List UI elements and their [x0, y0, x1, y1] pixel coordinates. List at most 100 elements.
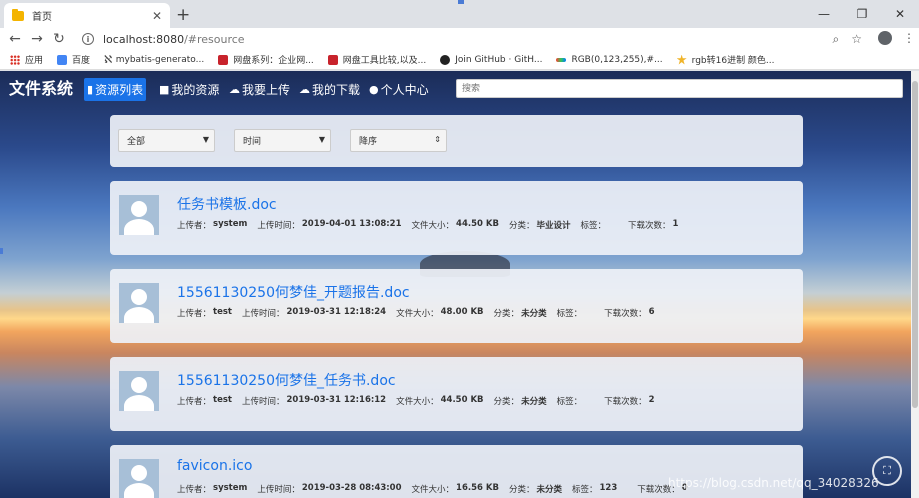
category-value: 未分类 — [521, 397, 547, 407]
user-icon: ● — [369, 83, 379, 96]
file-size-value: 44.50 KB — [456, 219, 499, 229]
resize-handle-left[interactable] — [0, 248, 3, 254]
file-size-label: 文件大小： — [411, 221, 455, 231]
nav-profile[interactable]: ● 个人中心 — [366, 78, 432, 101]
scroll-thumb[interactable] — [912, 81, 918, 408]
uploader-label: 上传者： — [177, 221, 212, 231]
brand-title[interactable]: 文件系统 — [9, 75, 73, 99]
page-scrollbar[interactable] — [911, 71, 919, 498]
file-meta: 上传者： system 上传时间： 2019-03-28 08:43:00 文件大小… — [177, 483, 698, 495]
nav-resource-list[interactable]: ▮ 资源列表 — [84, 78, 147, 101]
star-tool-icon — [676, 54, 687, 65]
category-label: 分类： — [493, 397, 520, 407]
uploader-label: 上传者： — [177, 309, 212, 319]
bookmark-netdisk-tools[interactable]: 网盘工具比较,以及... — [327, 53, 426, 66]
profile-avatar-icon[interactable] — [878, 31, 892, 45]
url-text[interactable]: localhost:8080/#resource — [103, 33, 245, 46]
dropdown-arrow-icon: ▼ — [318, 135, 325, 144]
nav-my-resources[interactable]: ■ 我的资源 — [156, 78, 222, 101]
minimize-icon[interactable]: — — [805, 0, 843, 28]
category-label: 分类： — [508, 221, 535, 231]
bookmark-apps[interactable]: 应用 — [10, 53, 43, 66]
bookmark-rgb[interactable]: RGB(0,123,255),#... — [556, 55, 663, 65]
mybatis-icon: ℵ — [104, 53, 116, 66]
file-name-link[interactable]: 任务书模板.doc — [177, 194, 277, 214]
watermark-text: https://blog.csdn.net/qq_34028326 — [668, 476, 879, 490]
file-card: favicon.ico 上传者： system 上传时间： 2019-03-28 0… — [110, 445, 803, 498]
reload-icon[interactable]: ↻ — [48, 31, 70, 47]
category-select[interactable]: 全部 ▼ — [118, 129, 215, 152]
floating-fullscreen-icon[interactable]: ⛶ — [872, 456, 902, 486]
zoom-icon[interactable]: ⌕ — [833, 32, 840, 47]
tags-label: 标签： — [556, 309, 583, 319]
upload-time-value: 2019-03-31 12:18:24 — [286, 307, 387, 317]
tags-label: 标签： — [580, 221, 606, 231]
filter-panel: 全部 ▼ 时间 ▼ 降序 ⇕ — [110, 115, 803, 167]
bookmarks-bar: 应用 百度 ℵ mybatis-generato... 网盘系列：企业网... … — [0, 50, 919, 70]
page-background: 文件系统 ▮资源列表 ■我的资源 ☁我要上传 ☁我的下载 ●个人中心 全部▼ 时… — [0, 71, 911, 498]
bookmark-baidu[interactable]: 百度 — [57, 53, 90, 66]
cloud-upload-icon: ☁ — [229, 83, 240, 96]
back-arrow-icon[interactable]: ← — [4, 31, 26, 47]
nav-my-downloads[interactable]: ☁ 我的下载 — [296, 78, 363, 101]
folder-favicon-icon — [12, 8, 24, 21]
downloads-value: 2 — [648, 395, 655, 405]
bookmark-rgb-hex[interactable]: rgb转16进制 颜色... — [676, 53, 775, 66]
updown-arrow-icon: ⇕ — [434, 135, 441, 144]
file-size-label: 文件大小： — [396, 309, 439, 319]
bookmark-github[interactable]: Join GitHub · GitH... — [440, 54, 542, 65]
browser-tab[interactable]: 首页 ✕ — [4, 3, 170, 28]
category-value: 未分类 — [521, 309, 547, 319]
file-name-link[interactable]: 15561130250何梦佳_任务书.doc — [177, 370, 396, 390]
forward-arrow-icon[interactable]: → — [26, 31, 48, 47]
new-tab-icon[interactable]: + — [176, 5, 190, 25]
uploader-value: system — [213, 219, 248, 229]
address-bar[interactable]: i localhost:8080/#resource ⌕ ☆ — [74, 30, 872, 48]
uploader-label: 上传者： — [177, 485, 212, 495]
browser-tabstrip: 首页 ✕ + — ❐ ✕ — [0, 0, 919, 28]
dropdown-arrow-icon: ▼ — [202, 135, 209, 144]
downloads-value: 1 — [672, 219, 679, 229]
csdn-c-icon — [327, 54, 338, 65]
file-size-value: 48.00 KB — [440, 307, 484, 317]
downloads-value: 6 — [648, 307, 655, 317]
uploader-value: test — [213, 395, 232, 405]
restore-icon[interactable]: ❐ — [843, 0, 881, 28]
tab-close-icon[interactable]: ✕ — [152, 9, 162, 23]
search-input[interactable] — [456, 79, 903, 98]
sort-field-select[interactable]: 时间 ▼ — [234, 129, 331, 152]
avatar-user-icon — [119, 195, 159, 235]
info-icon[interactable]: i — [82, 33, 94, 45]
cloud-download-icon: ☁ — [299, 83, 310, 96]
uploader-value: system — [213, 483, 248, 493]
downloads-label: 下载次数： — [604, 309, 647, 319]
file-card: 15561130250何梦佳_任务书.doc 上传者： test 上传时间： 201… — [110, 357, 803, 431]
file-name-link[interactable]: 15561130250何梦佳_开题报告.doc — [177, 282, 410, 302]
tags-label: 标签： — [571, 485, 598, 495]
bookmark-mybatis[interactable]: ℵ mybatis-generato... — [104, 53, 204, 66]
file-card: 任务书模板.doc 上传者： system 上传时间： 2019-04-01 13:… — [110, 181, 803, 255]
lock-icon: ■ — [159, 83, 170, 96]
file-meta: 上传者： test 上传时间： 2019-03-31 12:18:24 文件大小： 4… — [177, 307, 665, 319]
bookmark-star-icon[interactable]: ☆ — [851, 32, 862, 47]
upload-time-label: 上传时间： — [257, 485, 300, 495]
sort-order-select[interactable]: 降序 ⇕ — [350, 129, 447, 152]
avatar-user-icon — [119, 371, 159, 411]
window-close-icon[interactable]: ✕ — [881, 0, 919, 28]
tags-label: 标签： — [556, 397, 583, 407]
file-name-link[interactable]: favicon.ico — [177, 458, 252, 474]
category-label: 分类： — [508, 485, 535, 495]
downloads-label: 下载次数： — [628, 221, 671, 231]
downloads-label: 下载次数： — [604, 397, 647, 407]
window-controls: — ❐ ✕ — [805, 0, 919, 28]
apps-grid-icon — [10, 54, 20, 65]
nav-upload[interactable]: ☁ 我要上传 — [226, 78, 293, 101]
kebab-menu-icon[interactable]: ⋮ — [903, 31, 915, 45]
app-navbar: 文件系统 ▮ 资源列表 ■ 我的资源 ☁ 我要上传 ☁ 我的下载 ● 个人中心 — [0, 71, 911, 109]
file-card: 15561130250何梦佳_开题报告.doc 上传者： test 上传时间： 20… — [110, 269, 803, 343]
rgb-color-icon — [556, 57, 567, 62]
file-size-value: 44.50 KB — [440, 395, 484, 405]
resize-handle-top[interactable] — [458, 0, 464, 4]
upload-time-value: 2019-04-01 13:08:21 — [301, 219, 402, 229]
bookmark-netdisk-series[interactable]: 网盘系列：企业网... — [218, 53, 314, 66]
